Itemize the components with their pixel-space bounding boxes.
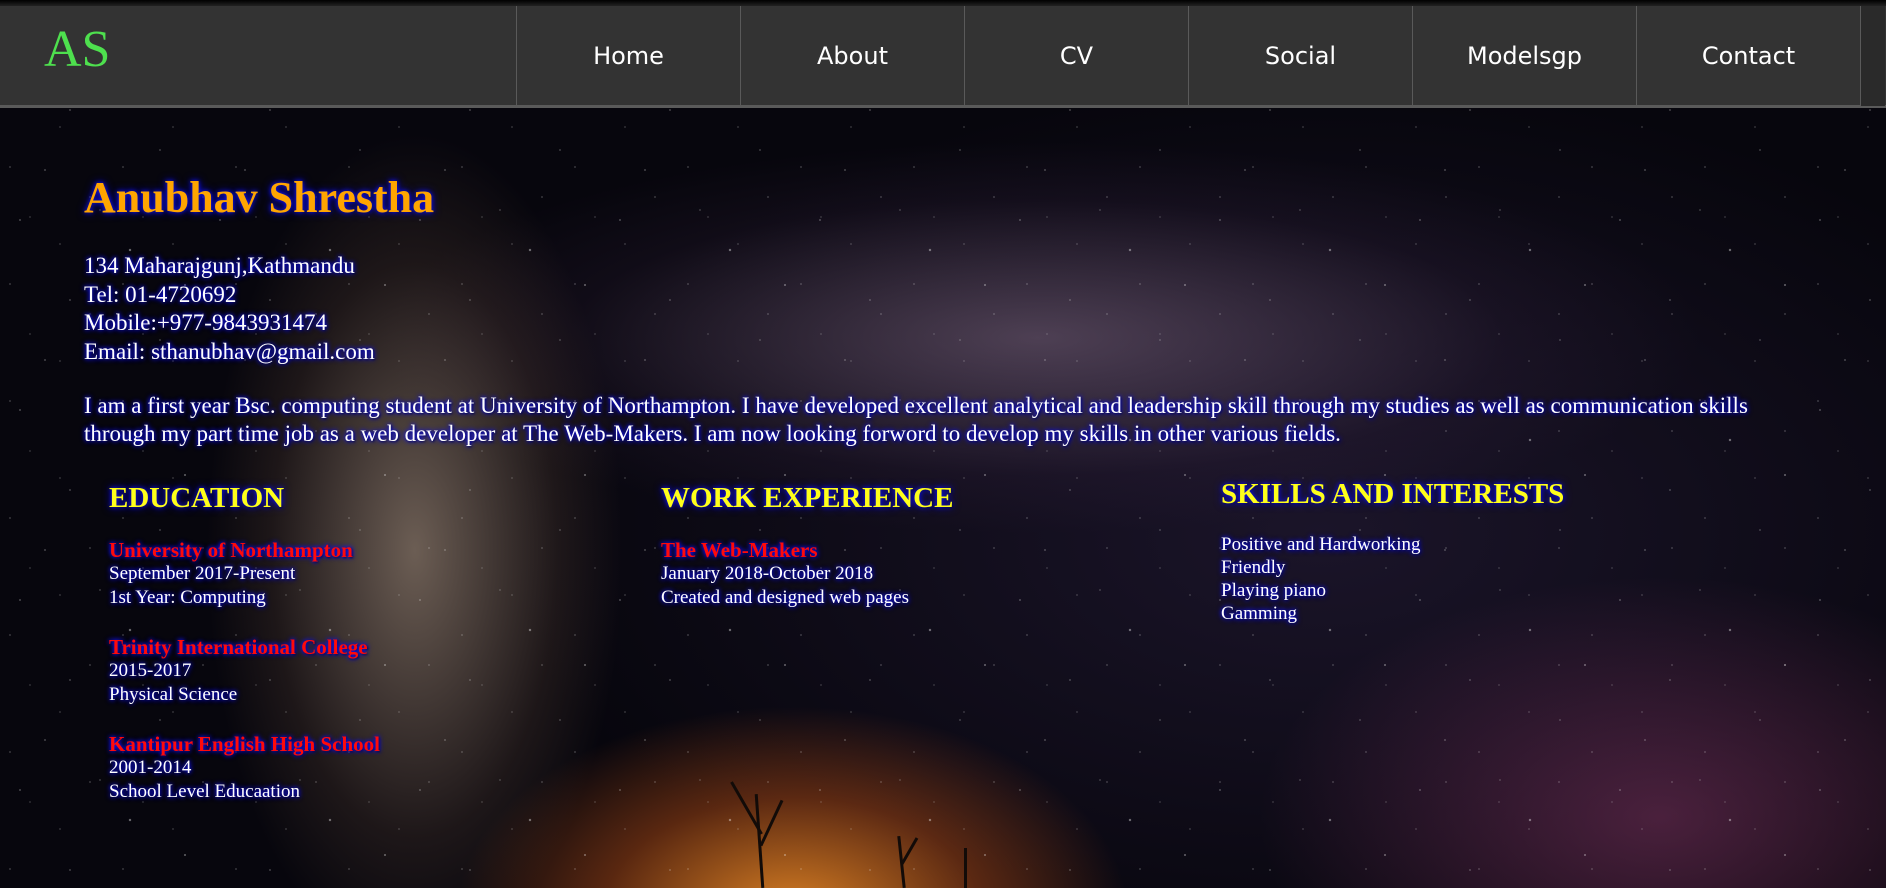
profile-bio: I am a first year Bsc. computing student… (84, 393, 1748, 446)
education-entry-name: Kantipur English High School (109, 732, 380, 756)
education-entry-name: University of Northampton (109, 538, 353, 562)
nav-contact[interactable]: Contact (1637, 6, 1861, 106)
email-line: Email: sthanubhav@gmail.com (84, 338, 375, 364)
nav-home[interactable]: Home (517, 6, 741, 106)
profile-name: Anubhav Shrestha (84, 173, 435, 222)
work-section: WORK EXPERIENCE The Web-Makers January 2… (661, 482, 953, 609)
work-title: WORK EXPERIENCE (661, 482, 954, 514)
education-section: EDUCATION University of Northampton Sept… (109, 482, 380, 803)
education-entry-name: Trinity International College (109, 635, 368, 659)
skill-item: Positive and Hardworking (1221, 534, 1421, 555)
site-logo[interactable]: AS (44, 18, 114, 82)
education-title: EDUCATION (109, 482, 285, 514)
education-entry: Kantipur English High School 2001-2014 S… (109, 732, 380, 803)
education-entry-period: 2015-2017 (109, 660, 192, 681)
skill-item: Gamming (1221, 603, 1297, 624)
nav-cv[interactable]: CV (965, 6, 1189, 106)
education-entry: Trinity International College 2015-2017 … (109, 635, 380, 706)
education-entry-period: September 2017-Present (109, 563, 296, 584)
address-line: 134 Maharajgunj,Kathmandu (84, 253, 355, 278)
work-entry-name: The Web-Makers (661, 538, 818, 562)
work-entry-detail: Created and designed web pages (661, 586, 909, 608)
nav-modelsgp[interactable]: Modelsgp (1413, 6, 1637, 106)
nav-social[interactable]: Social (1189, 6, 1413, 106)
contact-info: 134 Maharajgunj,Kathmandu Tel: 01-472069… (84, 252, 375, 366)
skills-section: SKILLS AND INTERESTS Positive and Hardwo… (1221, 478, 1564, 625)
skills-title: SKILLS AND INTERESTS (1221, 478, 1565, 510)
skills-list: Positive and Hardworking Friendly Playin… (1221, 533, 1564, 625)
tel-line: Tel: 01-4720692 (84, 281, 237, 307)
main-nav: Home About CV Social Modelsgp Contact (516, 6, 1885, 106)
education-entry-detail: School Level Educaation (109, 780, 300, 802)
logo-text: AS (44, 21, 110, 78)
work-entry-period: January 2018-October 2018 (661, 563, 874, 584)
education-entry-period: 2001-2014 (109, 757, 192, 778)
skill-item: Playing piano (1221, 580, 1327, 601)
education-entry-detail: 1st Year: Computing (109, 586, 266, 608)
site-header: AS Home About CV Social Modelsgp Contact (0, 0, 1886, 108)
nav-end-cap (1861, 6, 1885, 106)
education-entry-detail: Physical Science (109, 683, 238, 705)
mobile-line: Mobile:+977-9843931474 (84, 310, 327, 335)
work-entry: The Web-Makers January 2018-October 2018… (661, 538, 953, 609)
skill-item: Friendly (1221, 557, 1286, 578)
nav-about[interactable]: About (741, 6, 965, 106)
education-entry: University of Northampton September 2017… (109, 538, 380, 609)
